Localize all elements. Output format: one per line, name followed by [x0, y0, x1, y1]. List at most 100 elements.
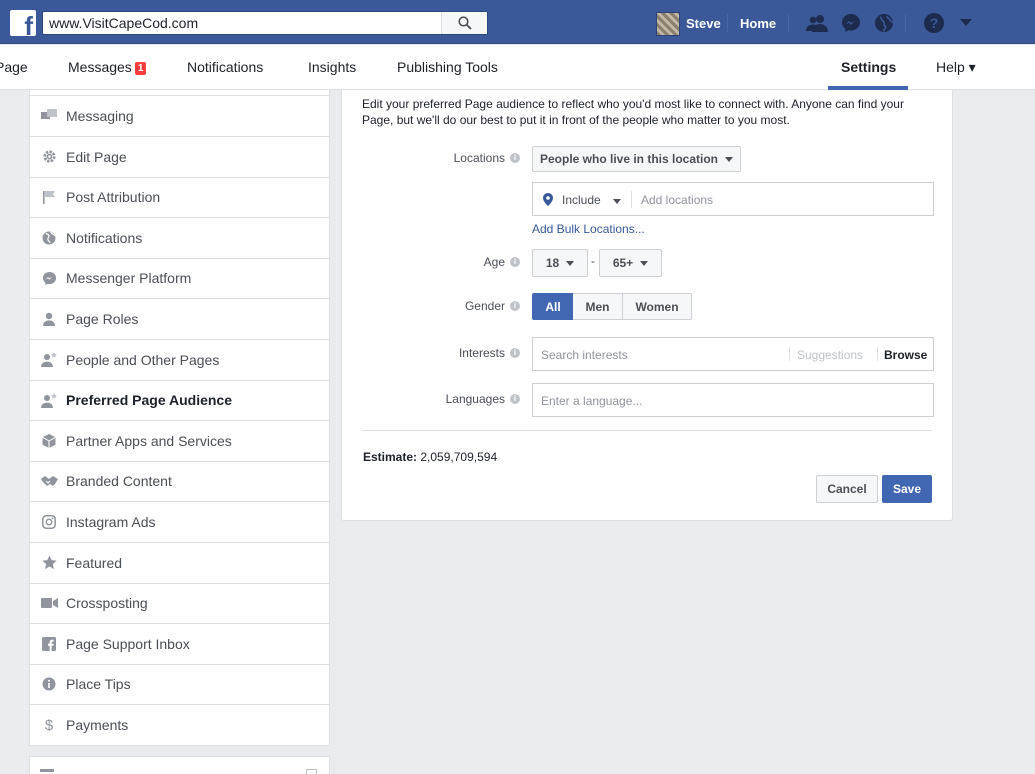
avatar[interactable] — [656, 12, 680, 36]
include-select-value: Include — [562, 193, 601, 207]
messenger-icon — [40, 269, 58, 287]
facebook-logo-icon[interactable]: f — [10, 10, 36, 36]
tab-settings[interactable]: Settings — [841, 59, 896, 75]
sidebar-item-label: People and Other Pages — [66, 351, 220, 368]
sidebar-item-page-support-inbox[interactable]: Page Support Inbox — [30, 624, 329, 665]
flag-icon — [40, 188, 58, 206]
home-link[interactable]: Home — [740, 16, 776, 31]
interests-field: Search interests Suggestions Browse — [532, 337, 934, 371]
languages-field[interactable]: Enter a language... — [532, 383, 934, 417]
include-select[interactable]: Include — [562, 193, 621, 207]
locations-type-select[interactable]: People who live in this location — [532, 146, 741, 172]
age-min-value: 18 — [545, 256, 560, 270]
cancel-button[interactable]: Cancel — [816, 475, 878, 503]
tab-publishing-tools[interactable]: Publishing Tools — [397, 59, 498, 75]
gender-all-button[interactable]: All — [532, 293, 574, 320]
messenger-icon[interactable] — [840, 12, 862, 34]
sidebar-item-post-attribution[interactable]: Post Attribution — [30, 177, 329, 219]
add-locations-input[interactable]: Add locations — [641, 193, 713, 207]
star-icon — [40, 554, 58, 572]
locations-field[interactable]: Include Add locations — [532, 182, 934, 216]
profile-name-link[interactable]: Steve — [686, 16, 721, 31]
chevron-down-icon — [640, 260, 649, 266]
age-max-select[interactable]: 65+ — [599, 249, 662, 277]
person-star-icon — [40, 351, 58, 369]
divider — [877, 347, 878, 361]
settings-sidebar: Messaging Edit Page Post Attribution Notifi… — [29, 90, 330, 746]
sidebar-item-crossposting[interactable]: Crossposting — [30, 583, 329, 625]
svg-text:?: ? — [930, 15, 939, 31]
audience-intro-text: Edit your preferred Page audience to ref… — [362, 97, 904, 127]
help-icon[interactable]: ? — [923, 12, 945, 34]
sidebar-item-label: Branded Content — [66, 473, 172, 490]
sidebar-item-partner-apps-and-services[interactable]: Partner Apps and Services — [30, 421, 329, 462]
browse-link[interactable]: Browse — [884, 348, 927, 362]
divider — [788, 14, 789, 32]
search-button[interactable] — [441, 12, 487, 34]
video-icon — [40, 594, 58, 612]
checkbox[interactable] — [306, 769, 317, 774]
sidebar-item-place-tips[interactable]: Place Tips — [30, 664, 329, 706]
suggestions-link[interactable]: Suggestions — [797, 348, 863, 362]
sidebar-item-messaging[interactable]: Messaging — [30, 96, 329, 137]
sidebar-item-messenger-platform[interactable]: Messenger Platform — [30, 258, 329, 300]
tab-notifications[interactable]: Notifications — [187, 59, 263, 75]
estimate-value: 2,059,709,594 — [420, 450, 498, 464]
info-icon[interactable]: i — [510, 257, 520, 267]
sidebar-item-notifications[interactable]: Notifications — [30, 218, 329, 259]
age-max-value: 65+ — [612, 256, 634, 270]
sidebar-item-instagram-ads[interactable]: Instagram Ads — [30, 502, 329, 543]
sidebar-item-preferred-page-audience[interactable]: Preferred Page Audience — [30, 380, 329, 422]
sidebar-item-featured[interactable]: Featured — [30, 543, 329, 584]
sidebar-item-label: Messenger Platform — [66, 270, 192, 287]
globe-icon — [40, 229, 58, 247]
info-icon[interactable]: i — [510, 394, 520, 404]
chevron-down-icon — [725, 156, 734, 162]
sidebar-item-label: Payments — [66, 717, 129, 733]
tab-help[interactable]: Help ▾ — [936, 59, 976, 76]
estimate-label: Estimate: — [363, 450, 418, 464]
info-icon[interactable]: i — [510, 153, 520, 163]
divider — [362, 430, 932, 431]
top-bar: f Steve Home ? — [0, 0, 1035, 44]
languages-input[interactable]: Enter a language... — [541, 394, 642, 408]
age-label-text: Age — [483, 255, 505, 269]
interests-search-input[interactable]: Search interests — [541, 348, 628, 362]
handshake-icon — [40, 472, 58, 490]
tab-page[interactable]: Page — [0, 59, 28, 75]
sidebar-item-people-and-other-pages[interactable]: People and Other Pages — [30, 340, 329, 381]
instagram-icon — [40, 513, 58, 531]
audience-estimate: Estimate: 2,059,709,594 — [363, 450, 497, 464]
info-icon[interactable]: i — [510, 301, 520, 311]
divider — [905, 14, 906, 32]
add-bulk-locations-link[interactable]: Add Bulk Locations... — [532, 222, 645, 236]
interests-label-text: Interests — [458, 346, 505, 360]
sidebar-secondary-section — [29, 756, 330, 774]
gender-men-button[interactable]: Men — [573, 293, 623, 320]
gender-women-button[interactable]: Women — [622, 293, 692, 320]
account-menu-chevron-down-icon[interactable] — [955, 12, 977, 34]
sidebar-item-edit-page[interactable]: Edit Page — [30, 137, 329, 178]
age-range-dash: - — [591, 254, 595, 268]
gender-label-text: Gender — [464, 299, 505, 313]
tab-insights[interactable]: Insights — [308, 59, 356, 75]
sidebar-item-branded-content[interactable]: Branded Content — [30, 461, 329, 503]
sidebar-item-payments[interactable]: $ Payments — [30, 705, 329, 745]
globe-notifications-icon[interactable] — [873, 12, 895, 34]
info-icon[interactable]: i — [510, 348, 520, 358]
search-input[interactable] — [43, 12, 443, 34]
chevron-down-icon — [566, 260, 575, 266]
sidebar-item-label: Page Roles — [66, 311, 139, 327]
sidebar-item-page-roles[interactable]: Page Roles — [30, 299, 329, 340]
age-min-select[interactable]: 18 — [532, 249, 588, 277]
page-nav: Page Messages1 Notifications Insights Pu… — [0, 45, 1035, 90]
list-icon — [40, 769, 54, 772]
gear-icon — [40, 148, 58, 166]
sidebar-item-label: Page Support Inbox — [66, 635, 190, 652]
tab-messages[interactable]: Messages 1 — [68, 59, 147, 75]
friend-requests-icon[interactable] — [806, 12, 828, 34]
age-label: Age i — [484, 255, 520, 269]
save-button[interactable]: Save — [882, 475, 932, 503]
person-icon — [40, 310, 58, 328]
sidebar-item-label: Edit Page — [66, 148, 127, 165]
